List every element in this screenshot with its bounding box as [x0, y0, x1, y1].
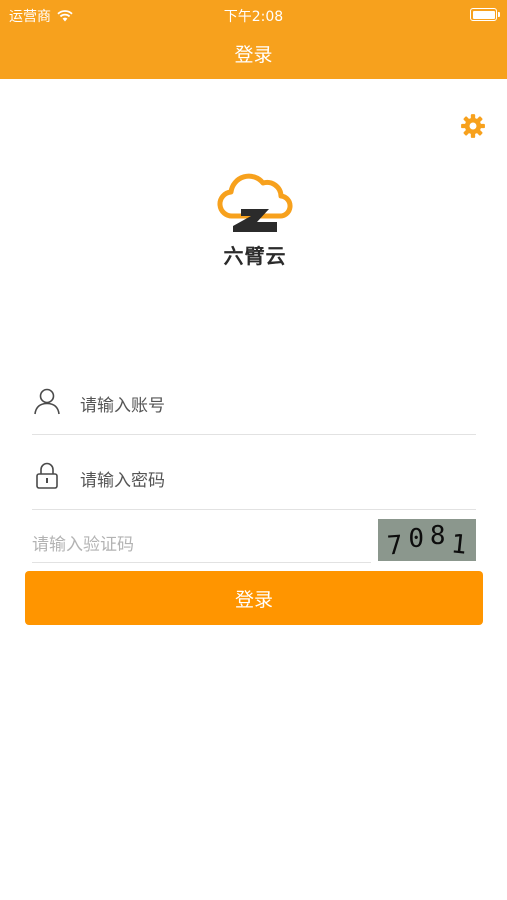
cloud-logo-icon: [217, 173, 293, 232]
user-icon: [34, 388, 60, 415]
gear-icon[interactable]: [460, 113, 486, 139]
login-button[interactable]: 登录: [25, 571, 483, 625]
password-input[interactable]: [80, 469, 476, 493]
username-row: [32, 376, 476, 435]
captcha-image[interactable]: 7 0 8 1: [378, 519, 476, 562]
captcha-digit: 0: [408, 524, 425, 554]
captcha-digit: 1: [449, 529, 469, 561]
captcha-digit: 8: [429, 521, 446, 551]
page-title: 登录: [234, 44, 273, 66]
lock-icon: [36, 462, 58, 489]
verify-code-row: [32, 528, 371, 563]
status-time: 下午2:08: [223, 9, 284, 25]
status-bar: 运营商 下午2:08: [0, 0, 507, 28]
username-input[interactable]: [80, 394, 476, 418]
verify-code-input[interactable]: [32, 528, 371, 562]
navigation-bar: 运营商 下午2:08 登录: [0, 0, 507, 79]
app-logo: 六臂云: [217, 172, 293, 268]
captcha-digit: 7: [385, 530, 404, 562]
logo-text: 六臂云: [223, 244, 287, 268]
battery-icon: [470, 8, 500, 21]
password-row: [32, 451, 476, 510]
